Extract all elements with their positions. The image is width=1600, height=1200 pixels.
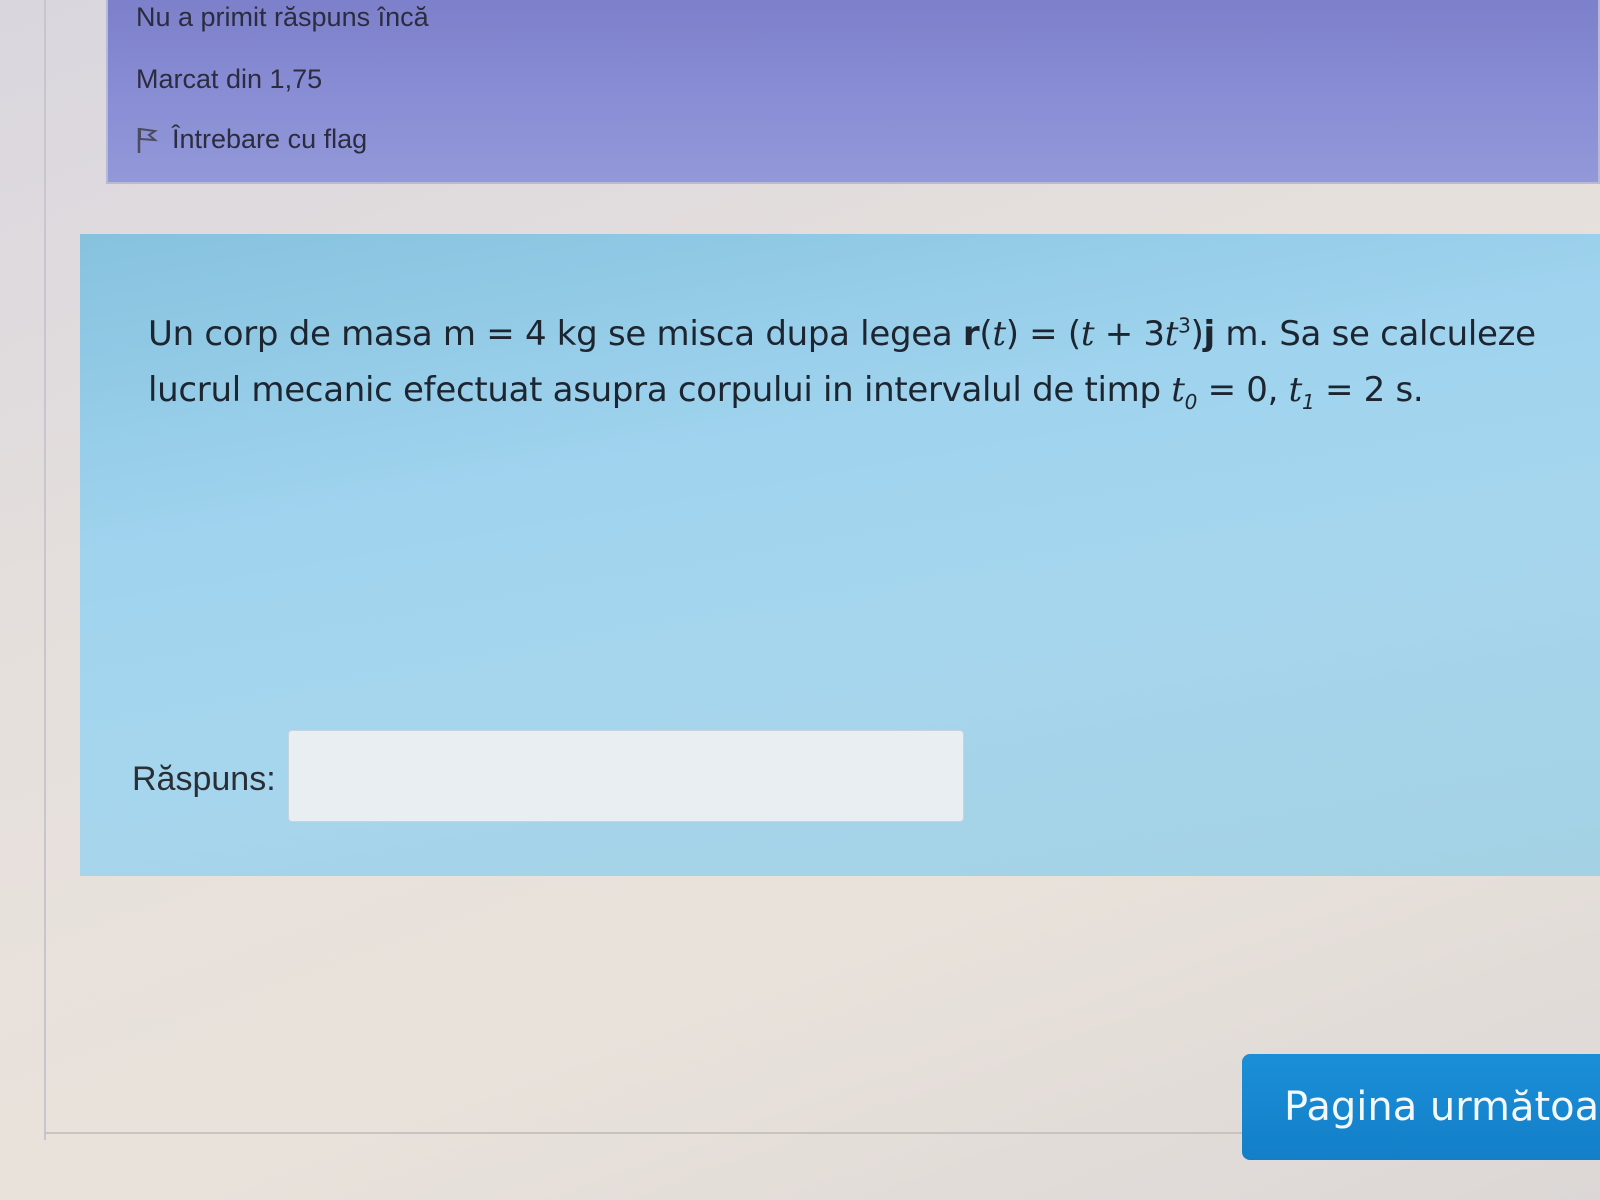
question-line-2: lucrul mecanic efectuat asupra corpului … (148, 370, 1424, 414)
answer-input[interactable] (288, 730, 964, 822)
question-grade: Marcat din 1,75 (136, 64, 323, 94)
question-line-1: Un corp de masa m = 4 kg se misca dupa l… (148, 313, 1536, 354)
answer-label: Răspuns: (132, 760, 276, 798)
question-text: Un corp de masa m = 4 kg se misca dupa l… (148, 306, 1600, 418)
flag-question-link[interactable]: Întrebare cu flag (136, 124, 367, 155)
left-divider (44, 0, 46, 1140)
next-page-button[interactable]: Pagina următoare (1242, 1054, 1600, 1160)
quiz-page: Nu a primit răspuns încă Marcat din 1,75… (0, 0, 1600, 1200)
flag-icon (136, 126, 159, 154)
flag-question-label: Întrebare cu flag (172, 124, 368, 154)
question-info-panel: Nu a primit răspuns încă Marcat din 1,75… (106, 0, 1600, 184)
question-state: Nu a primit răspuns încă (136, 2, 429, 32)
question-content-panel: Un corp de masa m = 4 kg se misca dupa l… (80, 234, 1600, 876)
